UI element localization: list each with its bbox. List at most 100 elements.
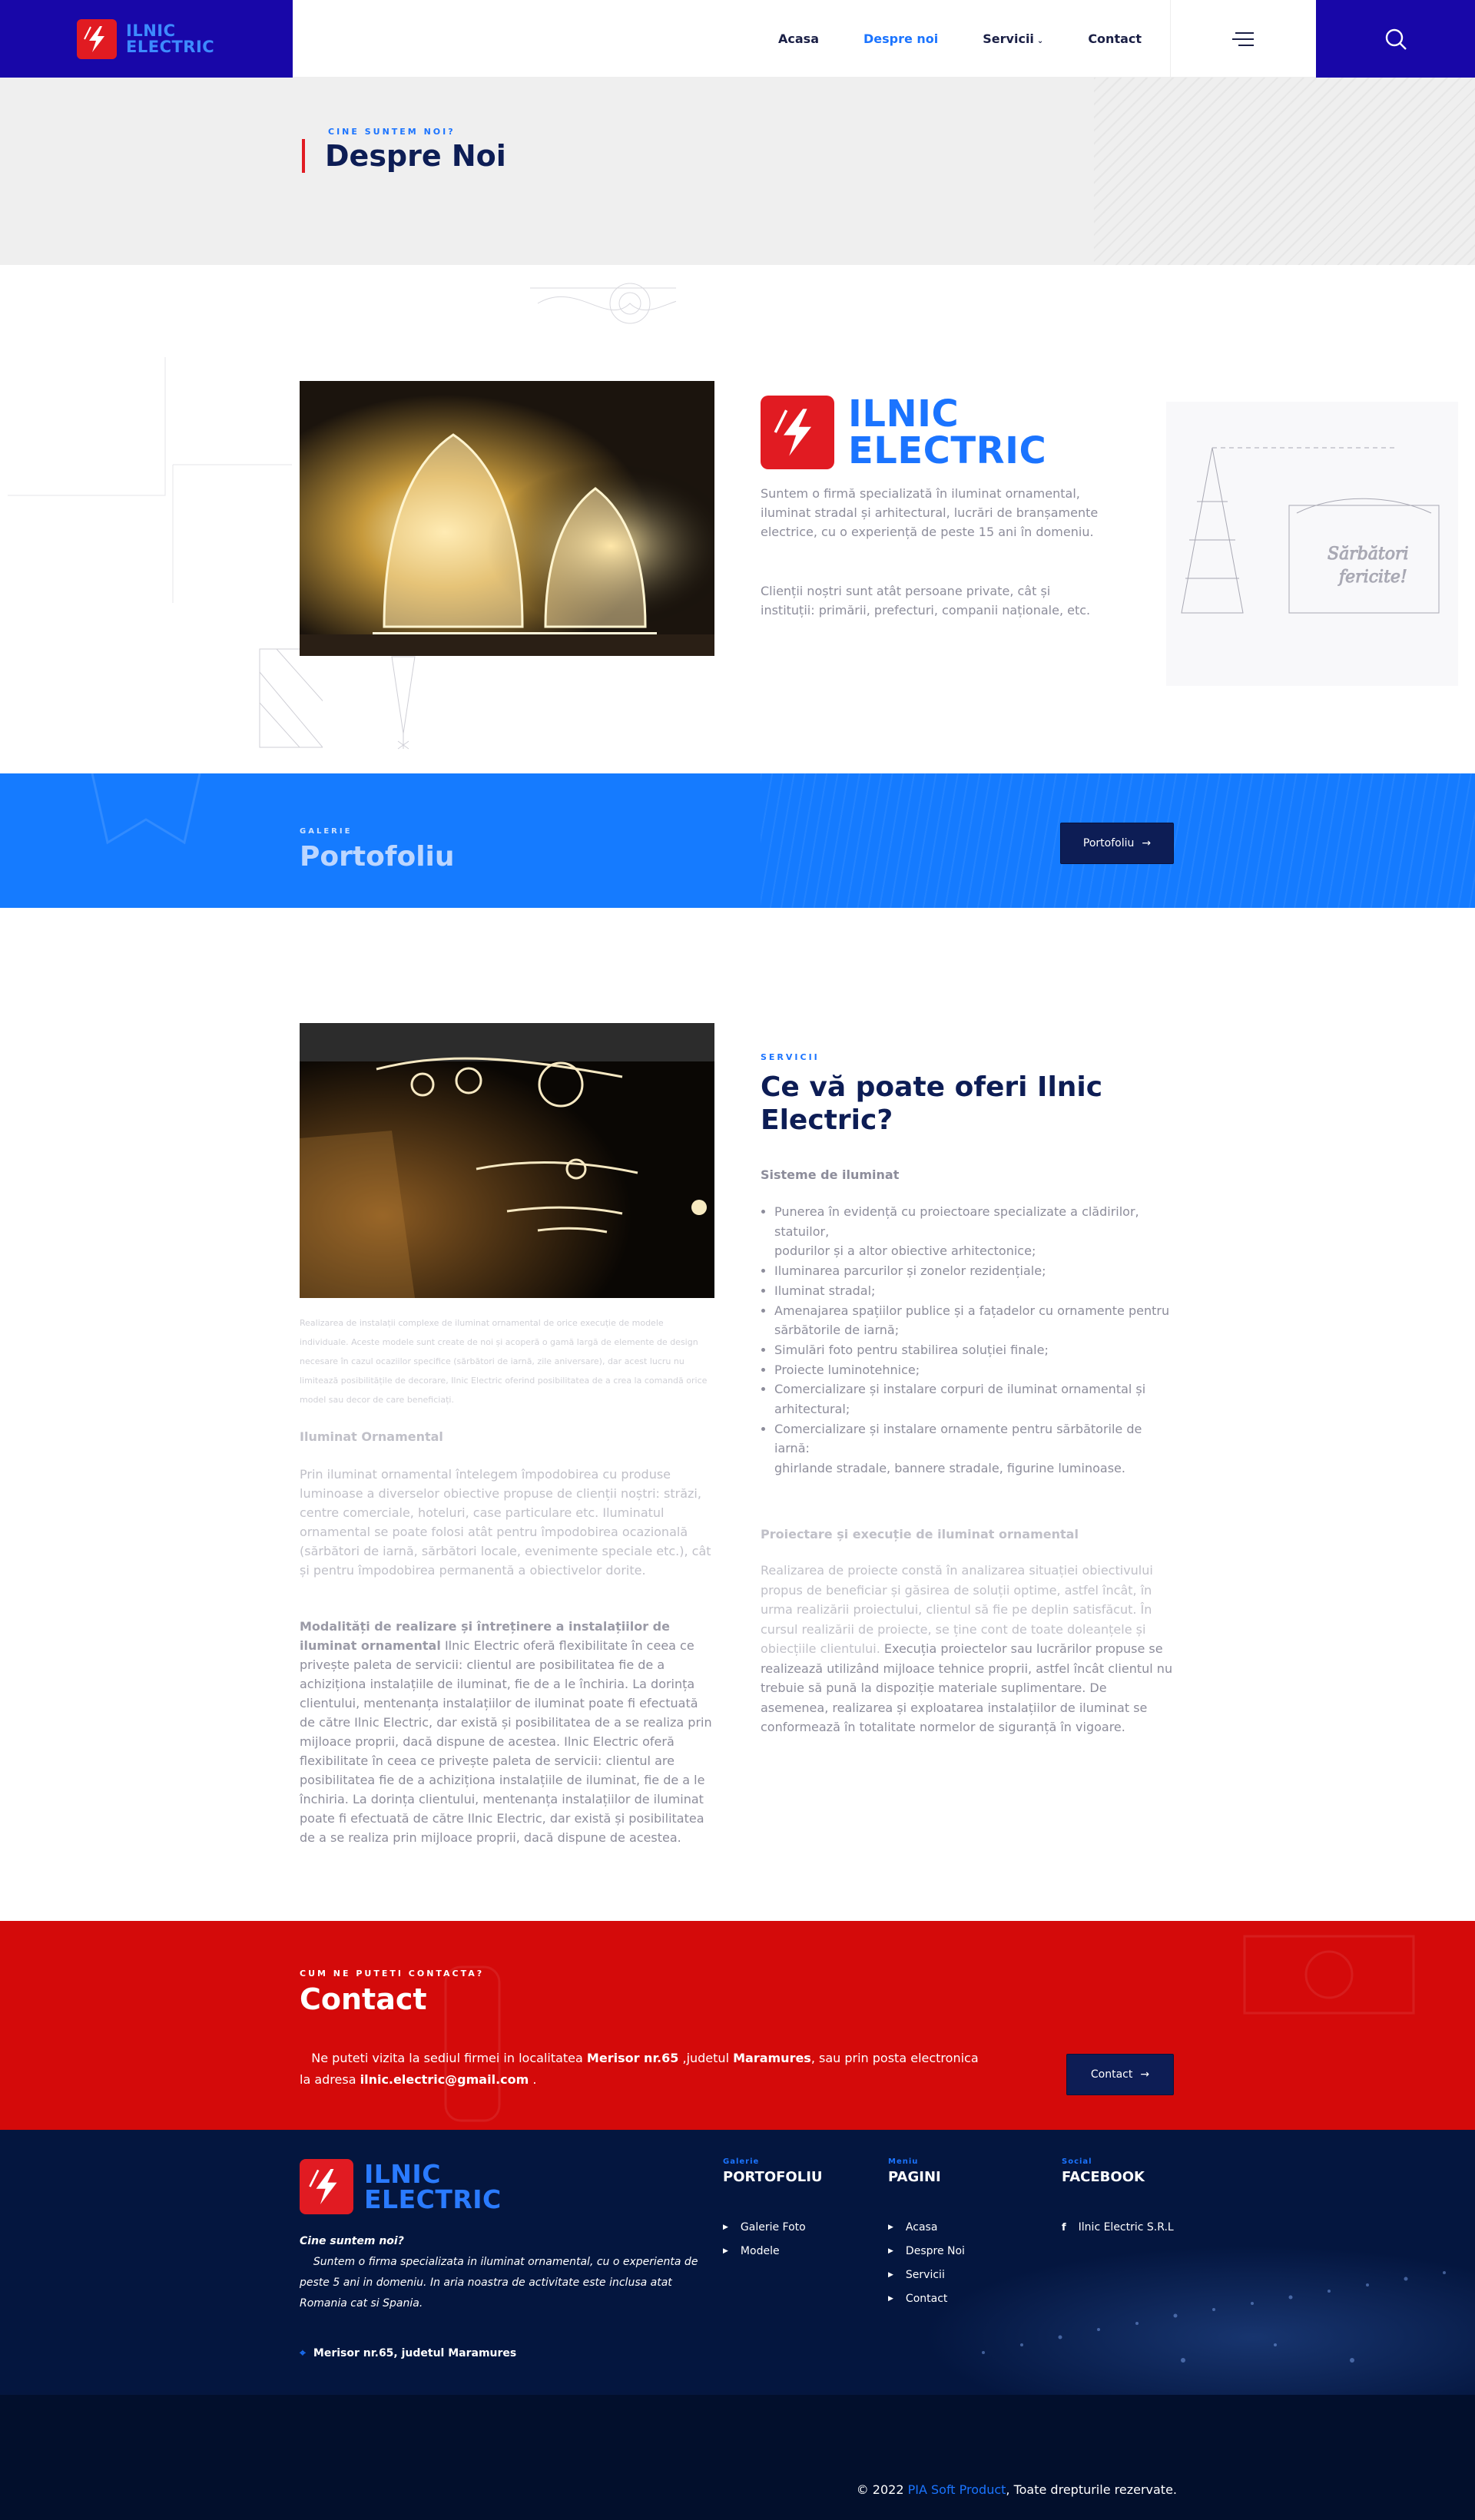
contact-button[interactable]: Contact → (1066, 2054, 1174, 2095)
copyright-pre: © 2022 (856, 2482, 908, 2497)
nav-acasa[interactable]: Acasa (778, 31, 819, 46)
contact-county: Maramures (733, 2051, 811, 2065)
services-title: Ce vă poate oferi Ilnic Electric? (761, 1071, 1103, 1136)
footer-link-label: Contact (905, 2293, 948, 2305)
about-logo: ILNIC ELECTRIC (761, 396, 1046, 469)
nav-contact[interactable]: Contact (1088, 31, 1142, 46)
footer-column-title: PORTOFOLIU (723, 2169, 823, 2185)
site-header: ILNIC ELECTRIC Acasa Despre noi Servicii… (0, 0, 1475, 78)
arrow-right-icon: → (1140, 2068, 1150, 2081)
site-logo[interactable]: ILNIC ELECTRIC (0, 0, 293, 78)
lightning-logo-icon (761, 396, 834, 469)
copyright-band: © 2022 PIA Soft Product, Toate drepturil… (0, 2395, 1475, 2520)
footer-link-label: Galerie Foto (740, 2221, 806, 2234)
facebook-icon: f (1062, 2222, 1066, 2234)
footer-address: ⌖ Merisor nr.65, judetul Maramures (300, 2347, 516, 2359)
footer-link-label: Servicii (905, 2269, 945, 2281)
copyright: © 2022 PIA Soft Product, Toate drepturil… (857, 2482, 1177, 2497)
arrow-right-icon: → (1142, 837, 1152, 849)
footer-column-pagini: Meniu PAGINI ▶ Acasa ▶ Despre Noi ▶ Servici… (888, 2157, 965, 2311)
hamburger-menu-icon[interactable] (1170, 0, 1316, 78)
about-logo-line1: ILNIC (848, 392, 960, 435)
services-section: Realizarea de instalații complexe de ilu… (0, 908, 1475, 1921)
footer-link[interactable]: ▶ Servicii (888, 2263, 965, 2287)
footer-link-label: Ilnic Electric S.R.L (1078, 2221, 1174, 2234)
decorative-sketch-right: Sărbători fericite! (1166, 402, 1458, 686)
about-logo-line2: ELECTRIC (848, 429, 1047, 472)
street-lights-photo (300, 1023, 714, 1298)
caret-right-icon: ▶ (888, 2295, 893, 2303)
page-eyebrow: CINE SUNTEM NOI? (328, 127, 456, 137)
footer-link[interactable]: ▶ Despre Noi (888, 2240, 965, 2263)
decorative-sketch-left (8, 357, 323, 748)
footer-link[interactable]: ▶ Galerie Foto (723, 2216, 823, 2240)
list-item: Proiecte luminotehnice; (774, 1360, 1174, 1380)
decorative-contact-sketch (444, 1935, 1415, 2122)
contact-eyebrow: CUM NE PUTETI CONTACTA? (300, 1969, 485, 1979)
page-heading: CINE SUNTEM NOI? Despre Noi (302, 127, 506, 173)
caret-right-icon: ▶ (888, 2247, 893, 2255)
list-item: Amenajarea spațiilor publice și a fațade… (774, 1301, 1174, 1340)
about-paragraph-1: Suntem o firmă specializată în iluminat … (761, 486, 1099, 539)
logo-line2: ELECTRIC (126, 37, 215, 56)
ornamental-title: Iluminat Ornamental (300, 1429, 443, 1444)
page-title-band: CINE SUNTEM NOI? Despre Noi (0, 78, 1475, 265)
copyright-brand-link[interactable]: PIA Soft Product (908, 2482, 1006, 2497)
decorative-star-outline (91, 773, 201, 845)
footer-column-eyebrow: Galerie (723, 2157, 760, 2166)
portfolio-button[interactable]: Portofoliu → (1060, 823, 1174, 864)
footer-link[interactable]: ▶ Contact (888, 2287, 965, 2311)
contact-button-label: Contact (1090, 2068, 1133, 2081)
main-nav: Acasa Despre noi Servicii ⌄ Contact (778, 0, 1186, 78)
about-paragraph-2: Clienții noștri sunt atât persoane priva… (761, 584, 1091, 618)
footer-column-facebook: Social FACEBOOK f Ilnic Electric S.R.L (1062, 2157, 1174, 2240)
nav-servicii-label: Servicii (983, 31, 1034, 46)
decorative-icicle (391, 656, 416, 750)
list-item: Punerea în evidență cu proiectoare speci… (774, 1202, 1174, 1261)
contact-email-link[interactable]: ilnic.electric@gmail.com (360, 2072, 529, 2087)
contact-title: Contact (300, 1982, 427, 2016)
christmas-bells-photo (300, 381, 714, 656)
decorative-ornament-top (530, 283, 676, 324)
portfolio-title: Portofoliu (300, 841, 455, 873)
nav-servicii[interactable]: Servicii ⌄ (983, 31, 1043, 46)
caret-right-icon: ▶ (723, 2247, 728, 2255)
nav-despre-noi[interactable]: Despre noi (863, 31, 938, 46)
footer-link[interactable]: ▶ Acasa (888, 2216, 965, 2240)
modalities-text: Ilnic Electric oferă flexibilitate în ce… (300, 1638, 712, 1845)
footer-link[interactable]: f Ilnic Electric S.R.L (1062, 2216, 1174, 2240)
footer-logo-line1: ILNIC (364, 2159, 441, 2189)
services-photo-caption: Realizarea de instalații complexe de ilu… (300, 1318, 708, 1405)
list-item: Simulări foto pentru stabilirea soluției… (774, 1340, 1174, 1360)
caret-right-icon: ▶ (888, 2271, 893, 2279)
services-eyebrow: SERVICII (761, 1052, 820, 1062)
logo-wordmark: ILNIC ELECTRIC (126, 21, 215, 56)
footer-logo-wordmark: ILNIC ELECTRIC (364, 2161, 502, 2212)
footer-column-eyebrow: Social (1062, 2157, 1092, 2166)
footer-column-title: PAGINI (888, 2169, 941, 2185)
contact-text: Ne puteti vizita la sediul firmei in loc… (300, 2048, 991, 2091)
footer-link[interactable]: ▶ Modele (723, 2240, 823, 2263)
footer-column-title: FACEBOOK (1062, 2169, 1145, 2185)
list-item: Iluminarea parcurilor și zonelor reziden… (774, 1261, 1174, 1281)
portfolio-button-label: Portofoliu (1082, 837, 1135, 849)
contact-text-before: Ne puteti vizita la sediul firmei in loc… (311, 2051, 587, 2065)
lightning-logo-icon (77, 18, 117, 59)
decorative-lights (982, 2271, 1446, 2363)
services-left-column: Iluminat Ornamental Prin iluminat orname… (300, 1427, 714, 1847)
footer-logo-line2: ELECTRIC (364, 2184, 502, 2214)
portfolio-eyebrow: GALERIE (300, 827, 353, 836)
footer-link-label: Modele (740, 2245, 780, 2257)
contact-band: CUM NE PUTETI CONTACTA? Contact Ne putet… (0, 1921, 1475, 2130)
services-subtitle: Sisteme de iluminat (761, 1167, 900, 1182)
design-paragraph: Realizarea de proiecte constă în analiza… (761, 1561, 1175, 1737)
caret-right-icon: ▶ (888, 2224, 893, 2231)
logo-line1: ILNIC (126, 21, 176, 40)
copyright-post: , Toate drepturile rezervate. (1006, 2482, 1177, 2497)
contact-text-end: . (529, 2072, 537, 2087)
caret-right-icon: ▶ (723, 2224, 728, 2231)
footer-logo[interactable]: ILNIC ELECTRIC (300, 2159, 502, 2214)
chevron-down-icon: ⌄ (1036, 37, 1044, 45)
search-icon[interactable] (1316, 0, 1475, 78)
site-footer: ILNIC ELECTRIC Cine suntem noi? Suntem o… (0, 2130, 1475, 2395)
